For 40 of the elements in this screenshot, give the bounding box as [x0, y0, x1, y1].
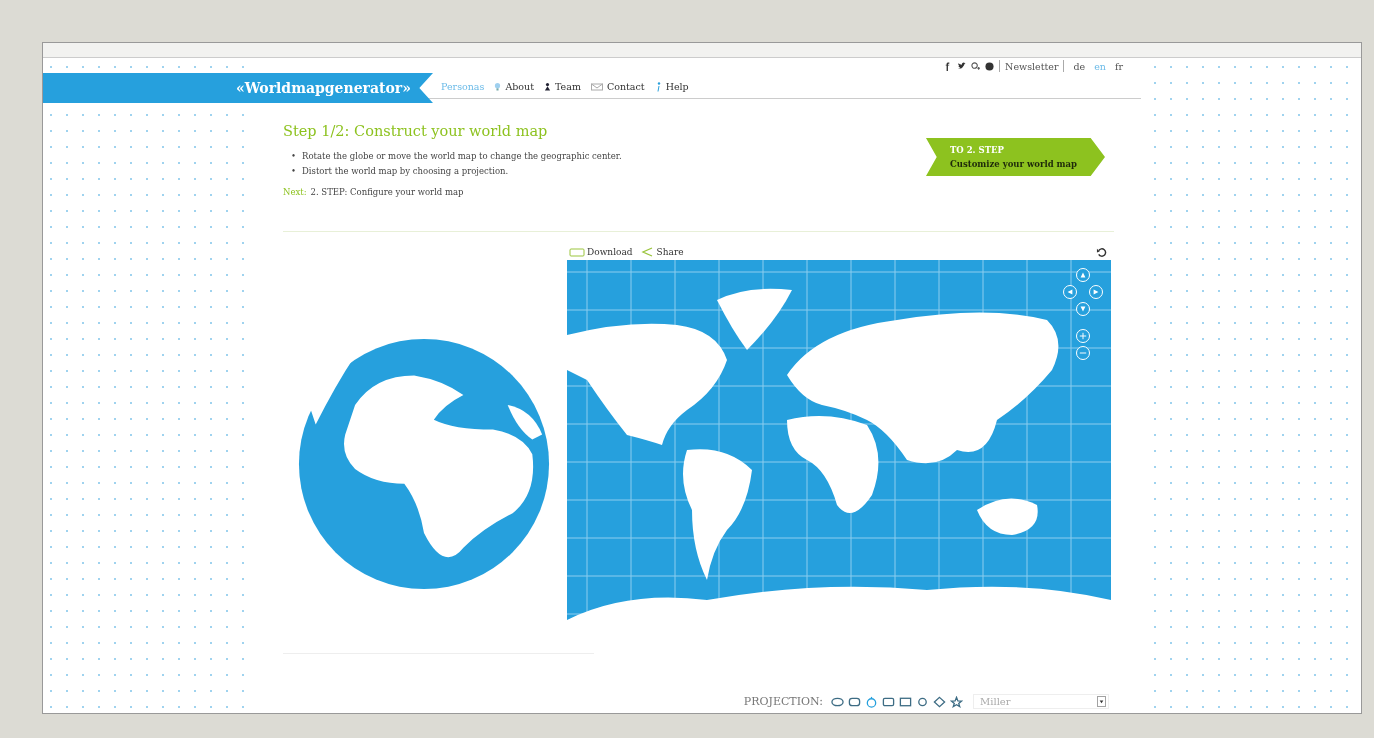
- info-icon: [654, 81, 662, 92]
- nav-link[interactable]: About: [494, 81, 534, 92]
- envelope-icon: [590, 82, 603, 91]
- minus-icon: [1079, 349, 1087, 357]
- triangle-up-icon: [1079, 271, 1087, 279]
- next-label: Next:: [283, 187, 307, 197]
- share-link[interactable]: Share: [638, 247, 684, 257]
- bulb-icon: [494, 81, 502, 92]
- newsletter-link[interactable]: Newsletter: [1005, 60, 1059, 72]
- google-plus-icon[interactable]: [971, 61, 981, 71]
- next-step-text: 2. STEP: Configure your world map: [310, 187, 464, 197]
- plus-icon: [1079, 332, 1087, 340]
- ellipse-projection-icon[interactable]: [831, 695, 844, 708]
- barrel-projection-icon[interactable]: [882, 695, 895, 708]
- nav-link[interactable]: Team: [544, 81, 581, 92]
- twitter-icon[interactable]: [957, 61, 967, 71]
- rect-projection-icon[interactable]: [899, 695, 912, 708]
- reset-icon[interactable]: [1096, 246, 1107, 258]
- download-link[interactable]: Download: [569, 247, 633, 257]
- language-link[interactable]: de: [1073, 60, 1086, 72]
- projection-label: PROJECTION:: [743, 695, 823, 708]
- instruction-text: Distort the world map by choosing a projection.: [302, 165, 509, 178]
- instruction-text: Rotate the globe or move the world map to change the geographic center.: [302, 150, 622, 163]
- step-title: Step 1/2: Construct your world map: [283, 123, 549, 139]
- person-icon: [544, 81, 551, 92]
- star-projection-icon[interactable]: [950, 695, 963, 708]
- rounded-projection-icon[interactable]: [848, 695, 861, 708]
- triangle-right-icon: [1092, 288, 1100, 296]
- triangle-down-icon: [1079, 305, 1087, 313]
- bullet-mark: •: [291, 165, 296, 178]
- bullet-mark: •: [291, 150, 296, 163]
- nav-link[interactable]: Contact: [590, 81, 645, 92]
- caret-icon: [1097, 696, 1106, 707]
- globe-projection-icon[interactable]: [865, 695, 878, 708]
- circle-projection-icon[interactable]: [916, 695, 929, 708]
- diamond-projection-icon[interactable]: [933, 695, 946, 708]
- next-step-button[interactable]: TO 2. STEP Customize your world map: [926, 138, 1105, 176]
- nav-link[interactable]: Help: [654, 81, 689, 92]
- language-link[interactable]: fr: [1114, 60, 1123, 72]
- triangle-left-icon: [1066, 288, 1074, 296]
